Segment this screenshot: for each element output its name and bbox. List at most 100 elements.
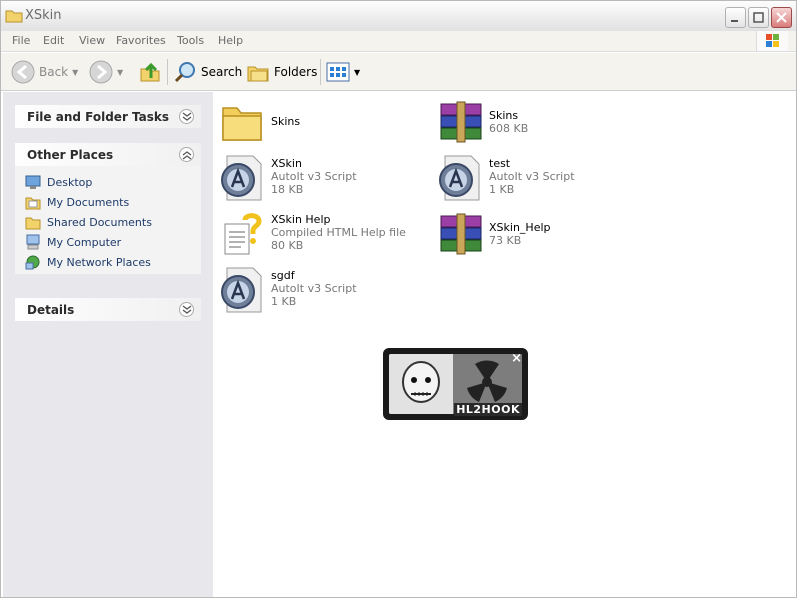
back-dropdown-icon[interactable]: ▼ [72,68,78,77]
file-item[interactable]: XSkin_Help 73 KB [437,210,647,266]
file-item[interactable]: XSkin AutoIt v3 Script 18 KB [219,154,429,210]
back-arrow-icon [11,60,35,84]
forward-button[interactable]: ▼ [89,58,123,86]
menu-help[interactable]: Help [218,34,243,47]
place-my-computer[interactable]: My Computer [25,232,201,252]
menu-edit[interactable]: Edit [43,34,64,47]
toolbar-separator [167,59,168,85]
other-places-panel: Other Places Desktop My Documents Shared… [15,143,201,274]
computer-icon [26,234,40,250]
toolbar: Back ▼ ▼ Search Folders ▼ [1,53,796,91]
place-label: Shared Documents [47,215,152,229]
panel-title: Other Places [27,147,114,162]
file-size: 608 KB [489,122,529,135]
desktop-icon [25,175,41,189]
forward-arrow-icon [89,60,113,84]
search-button[interactable]: Search [173,58,242,86]
file-type: Compiled HTML Help file [271,226,406,239]
panel-header[interactable]: Details [15,298,201,321]
views-dropdown-icon[interactable]: ▼ [354,68,360,77]
file-name: Skins [271,115,301,128]
windows-logo-icon [756,31,788,51]
up-folder-icon [140,62,160,82]
panel-title: Details [27,302,75,317]
file-item[interactable]: Skins [219,98,429,154]
file-view[interactable]: Skins Skins 608 KB XSkin AutoIt v3 Scrip… [213,92,796,597]
maximize-button[interactable] [748,7,769,28]
place-shared-documents[interactable]: Shared Documents [25,212,201,232]
help-file-icon [224,213,262,255]
expand-chevron-icon[interactable] [179,109,194,124]
folders-icon [247,66,269,82]
file-item[interactable]: sgdf AutoIt v3 Script 1 KB [219,266,429,322]
folders-button[interactable]: Folders [246,58,317,86]
menu-file[interactable]: File [12,34,30,47]
autoit-script-icon [221,155,262,201]
file-size: 73 KB [489,234,522,247]
file-size: 18 KB [271,183,304,196]
file-size: 1 KB [271,295,297,308]
winrar-archive-icon [440,213,482,255]
file-size: 1 KB [489,183,515,196]
widget-close-button[interactable]: × [511,351,522,366]
file-folder-tasks-panel: File and Folder Tasks [15,105,201,128]
minimize-icon [731,20,738,22]
collapse-chevron-icon[interactable] [179,147,194,162]
menu-view[interactable]: View [79,34,105,47]
file-name: test [489,157,511,170]
file-item[interactable]: Skins 608 KB [437,98,647,154]
close-button[interactable] [771,7,792,28]
forward-dropdown-icon[interactable]: ▼ [117,68,123,77]
folder-icon [5,10,23,23]
window-title: XSkin [25,8,62,23]
expand-chevron-icon[interactable] [179,302,194,317]
panel-header[interactable]: Other Places [15,143,201,166]
file-type: AutoIt v3 Script [271,170,357,183]
autoit-script-icon [221,267,262,313]
place-label: Desktop [47,175,93,189]
skin-preview-widget[interactable]: × HL2HOOK [383,348,528,420]
file-name: XSkin Help [271,213,331,226]
network-icon [25,255,40,270]
file-item[interactable]: test AutoIt v3 Script 1 KB [437,154,647,210]
search-label: Search [201,65,243,79]
views-icon [326,62,350,82]
views-button[interactable]: ▼ [326,58,360,86]
title-bar[interactable]: XSkin [1,1,796,31]
menu-tools[interactable]: Tools [177,34,204,47]
up-folder-button[interactable] [138,58,162,86]
winrar-archive-icon [440,101,482,143]
file-name: XSkin_Help [489,221,551,234]
file-size: 80 KB [271,239,304,252]
file-name: sgdf [271,269,295,282]
menu-bar: File Edit View Favorites Tools Help [1,31,796,52]
minimize-button[interactable] [725,7,746,28]
widget-brand-label: HL2HOOK [454,403,522,416]
toolbar-separator [320,59,321,85]
place-desktop[interactable]: Desktop [25,172,201,192]
place-label: My Documents [47,195,130,209]
folders-label: Folders [274,65,318,79]
file-type: AutoIt v3 Script [489,170,575,183]
place-my-documents[interactable]: My Documents [25,192,201,212]
places-list: Desktop My Documents Shared Documents My… [15,166,201,274]
folder-icon [25,217,41,230]
back-button[interactable]: Back ▼ [11,58,78,86]
autoit-script-icon [439,155,480,201]
task-pane: File and Folder Tasks Other Places Deskt… [3,92,213,597]
explorer-window: XSkin File Edit View Favorites Tools Hel… [0,0,797,598]
file-item[interactable]: XSkin Help Compiled HTML Help file 80 KB [219,210,429,266]
panel-header[interactable]: File and Folder Tasks [15,105,201,128]
back-label: Back [39,65,69,79]
panel-title: File and Folder Tasks [27,109,170,124]
place-label: My Network Places [47,255,151,269]
maximize-icon [753,12,764,23]
close-icon [776,12,787,23]
details-panel: Details [15,298,201,321]
menu-favorites[interactable]: Favorites [116,34,166,47]
folder-icon [222,107,262,141]
my-documents-icon [25,197,41,210]
file-name: Skins [489,109,519,122]
place-my-network-places[interactable]: My Network Places [25,252,201,272]
file-type: AutoIt v3 Script [271,282,357,295]
